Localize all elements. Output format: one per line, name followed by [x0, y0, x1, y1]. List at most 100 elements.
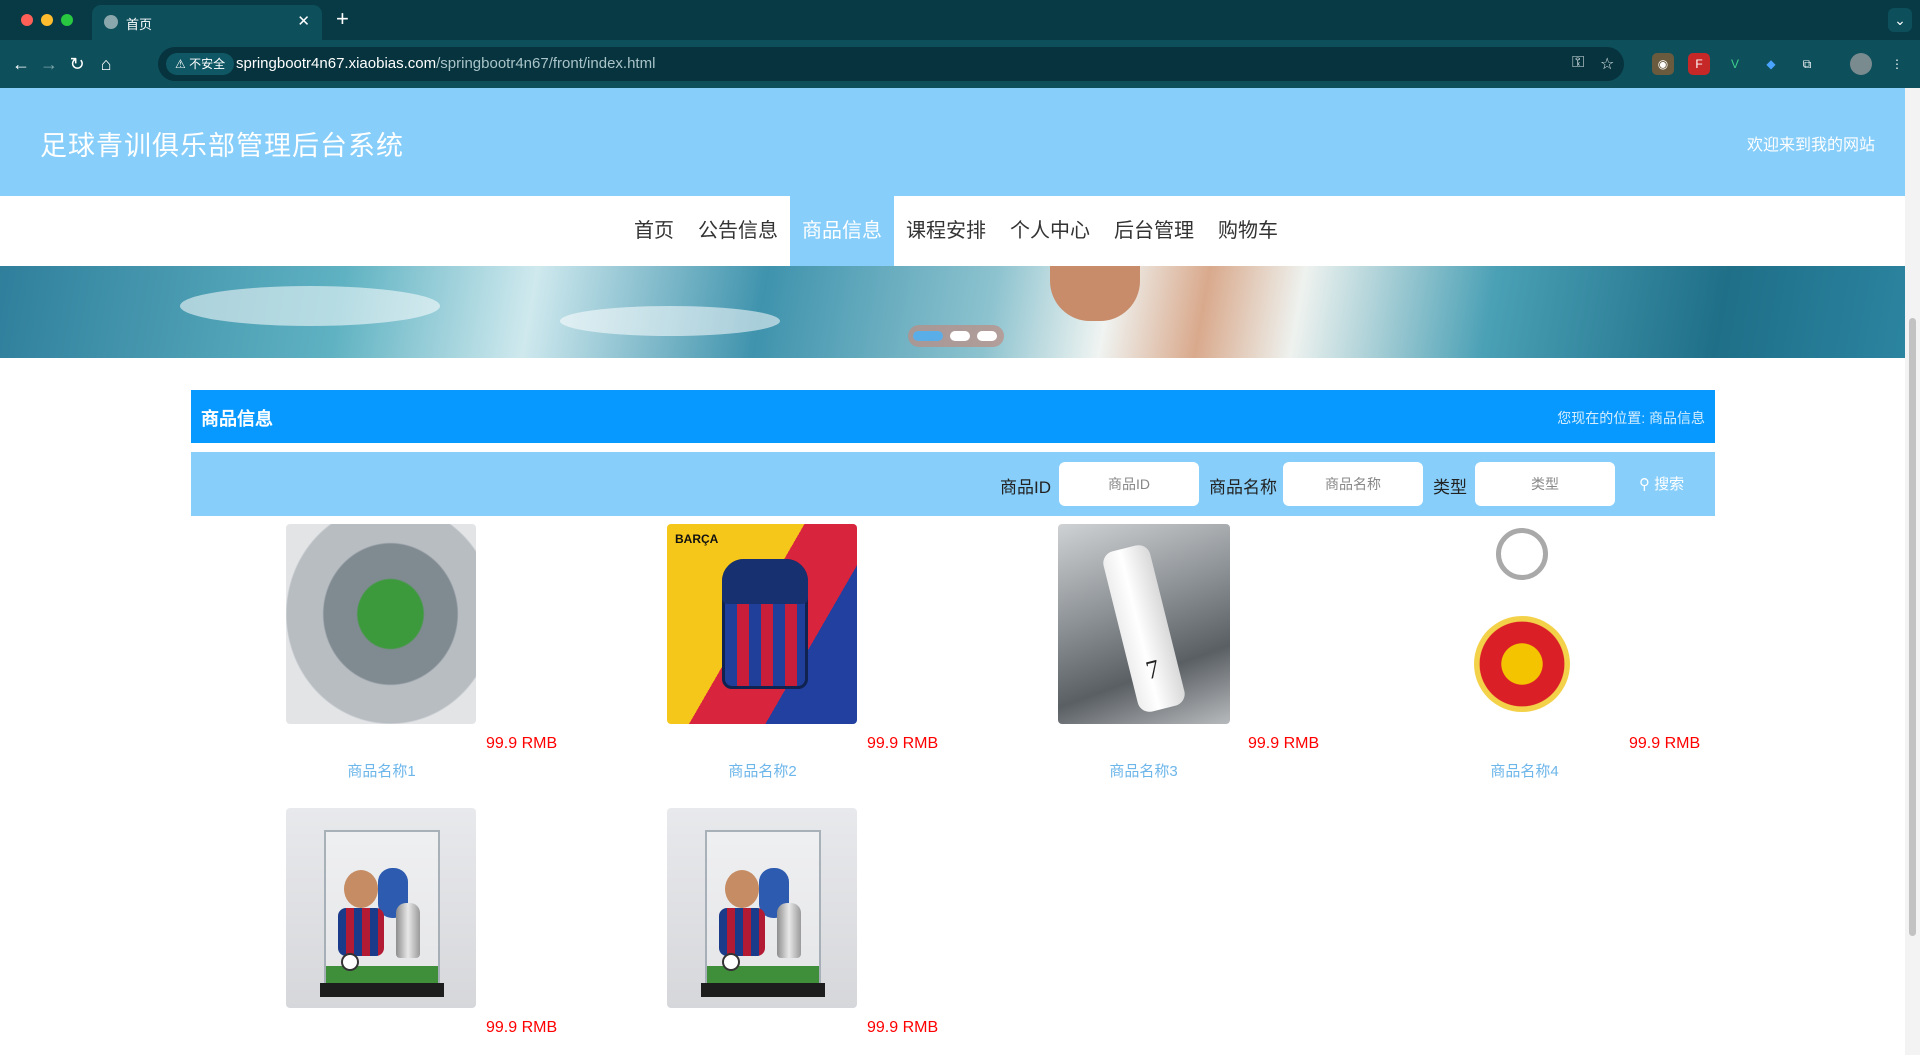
- bookmark-star-icon[interactable]: ☆: [1600, 54, 1614, 74]
- minimize-window-button[interactable]: [41, 14, 53, 26]
- product-image-keyring[interactable]: [1464, 524, 1580, 724]
- product-price: 99.9 RMB: [1248, 735, 1320, 752]
- banner-wave: [560, 306, 780, 336]
- profile-avatar[interactable]: [1850, 53, 1872, 75]
- product-price: 99.9 RMB: [867, 735, 939, 752]
- globe-icon: [104, 15, 118, 29]
- product-name[interactable]: 商品名称1: [191, 760, 572, 781]
- search-button[interactable]: ⚲ 搜索: [1639, 473, 1684, 494]
- site-header: 足球青训俱乐部管理后台系统 欢迎来到我的网站: [0, 88, 1905, 196]
- product-image-figure[interactable]: [286, 808, 476, 1008]
- nav-item-home[interactable]: 首页: [622, 196, 686, 266]
- tab-title: 首页: [126, 17, 153, 32]
- banner-wave: [180, 286, 440, 326]
- carousel-dot-1[interactable]: [913, 331, 943, 341]
- url-host: springbootr4n67.xiaobias.com: [236, 55, 437, 72]
- search-icon: ⚲: [1639, 476, 1650, 493]
- product-price: 99.9 RMB: [867, 1019, 939, 1036]
- extension-fe-icon[interactable]: F: [1688, 53, 1710, 75]
- product-id-input[interactable]: [1059, 462, 1199, 506]
- web-page: 足球青训俱乐部管理后台系统 欢迎来到我的网站 首页 公告信息 商品信息 课程安排…: [0, 88, 1905, 1055]
- product-image-stadium[interactable]: [286, 524, 476, 724]
- warning-icon: ⚠: [175, 57, 186, 71]
- section-title: 商品信息: [201, 409, 273, 429]
- menu-kebab-icon[interactable]: ⋮: [1886, 53, 1908, 75]
- product-image-bottle[interactable]: 7: [1058, 524, 1230, 724]
- product-price: 99.9 RMB: [486, 1019, 558, 1036]
- key-ring: [1496, 528, 1548, 580]
- maximize-window-button[interactable]: [61, 14, 73, 26]
- carousel-dot-3[interactable]: [977, 331, 997, 341]
- page-scrollbar[interactable]: [1905, 88, 1920, 1055]
- product-card[interactable]: 99.9 RMB: [191, 808, 572, 1055]
- insecure-label: 不安全: [189, 57, 226, 71]
- club-crest: [1474, 616, 1570, 712]
- extension-icon[interactable]: ◉: [1652, 53, 1674, 75]
- tab-search-button[interactable]: ⌄: [1888, 8, 1912, 32]
- main-navigation: 首页 公告信息 商品信息 课程安排 个人中心 后台管理 购物车: [0, 196, 1905, 266]
- backpack-flap: [722, 559, 808, 604]
- new-tab-button[interactable]: +: [336, 7, 349, 31]
- product-name[interactable]: 商品名称4: [1334, 760, 1715, 781]
- nav-item-admin[interactable]: 后台管理: [1102, 196, 1206, 266]
- reload-icon[interactable]: ↻: [64, 51, 90, 77]
- figure-body: [338, 908, 384, 956]
- product-card[interactable]: 99.9 RMB: [572, 808, 953, 1055]
- address-bar[interactable]: ⚠ 不安全 springbootr4n67.xiaobias.com/sprin…: [158, 47, 1624, 81]
- product-name[interactable]: 商品名称2: [572, 760, 953, 781]
- nav-list: 首页 公告信息 商品信息 课程安排 个人中心 后台管理 购物车: [622, 196, 1290, 266]
- figure-trophy: [777, 903, 801, 958]
- barca-logo-text: BARÇA: [675, 532, 719, 546]
- nav-item-courses[interactable]: 课程安排: [894, 196, 998, 266]
- product-name[interactable]: 商品名称3: [953, 760, 1334, 781]
- product-name-label: 商品名称: [1209, 478, 1277, 497]
- scrollbar-thumb[interactable]: [1909, 318, 1916, 936]
- nav-item-announcements[interactable]: 公告信息: [686, 196, 790, 266]
- breadcrumb-prefix: 您现在的位置:: [1557, 410, 1646, 426]
- product-card[interactable]: 99.9 RMB 商品名称4: [1334, 524, 1715, 804]
- carousel-indicators: [908, 325, 1004, 347]
- search-button-label: 搜索: [1654, 476, 1685, 493]
- product-card[interactable]: BARÇA 99.9 RMB 商品名称2: [572, 524, 953, 804]
- figure-grass: [707, 966, 819, 984]
- search-bar: 商品ID 商品名称 类型 ⚲ 搜索: [191, 452, 1715, 516]
- home-icon[interactable]: ⌂: [93, 51, 119, 77]
- extensions-puzzle-icon[interactable]: ⧉: [1796, 53, 1818, 75]
- type-label: 类型: [1433, 478, 1467, 497]
- product-id-label: 商品ID: [1000, 478, 1051, 497]
- browser-tab[interactable]: 首页 ✕: [92, 5, 322, 40]
- carousel-dot-2[interactable]: [950, 331, 970, 341]
- figure-trophy: [396, 903, 420, 958]
- close-window-button[interactable]: [21, 14, 33, 26]
- password-key-icon[interactable]: ⚿: [1572, 54, 1584, 72]
- product-price: 99.9 RMB: [1629, 735, 1701, 752]
- nav-item-profile[interactable]: 个人中心: [998, 196, 1102, 266]
- bottle-number: 7: [1142, 653, 1163, 686]
- extension-pin-icon[interactable]: ◆: [1760, 53, 1782, 75]
- close-tab-icon[interactable]: ✕: [297, 12, 310, 30]
- case-base: [320, 983, 444, 997]
- url-path: /springbootr4n67/front/index.html: [436, 55, 656, 72]
- type-input[interactable]: [1475, 462, 1615, 506]
- banner-hand: [1050, 266, 1140, 321]
- product-card[interactable]: 7 99.9 RMB 商品名称3: [953, 524, 1334, 804]
- security-indicator[interactable]: ⚠ 不安全: [166, 53, 235, 75]
- banner-carousel: [0, 266, 1905, 358]
- nav-item-products[interactable]: 商品信息: [790, 196, 894, 266]
- figure-body: [719, 908, 765, 956]
- site-title: 足球青训俱乐部管理后台系统: [40, 131, 404, 161]
- product-card[interactable]: 99.9 RMB 商品名称1: [191, 524, 572, 804]
- product-image-backpack[interactable]: BARÇA: [667, 524, 857, 724]
- forward-icon[interactable]: →: [36, 51, 62, 77]
- breadcrumb-current[interactable]: 商品信息: [1649, 410, 1705, 426]
- url-text[interactable]: springbootr4n67.xiaobias.com/springbootr…: [236, 55, 655, 72]
- figure-head: [725, 870, 759, 908]
- product-image-figure[interactable]: [667, 808, 857, 1008]
- browser-tab-bar: 首页 ✕ + ⌄: [0, 0, 1920, 40]
- product-name-input[interactable]: [1283, 462, 1423, 506]
- nav-item-cart[interactable]: 购物车: [1206, 196, 1290, 266]
- back-icon[interactable]: ←: [8, 51, 34, 77]
- figure-ball: [722, 953, 740, 971]
- section-title-bar: 商品信息 您现在的位置: 商品信息: [191, 390, 1715, 443]
- extension-vue-icon[interactable]: V: [1724, 53, 1746, 75]
